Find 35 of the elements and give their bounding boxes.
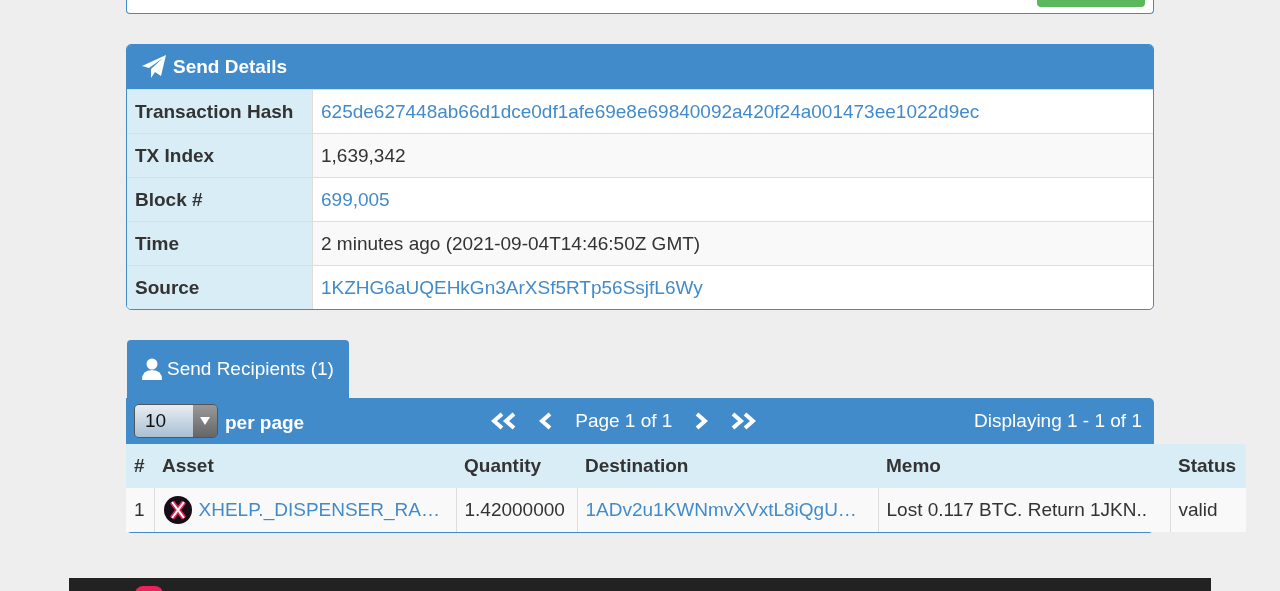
column-header: Status [1170,444,1246,488]
field-link[interactable]: 1KZHG6aUQEHkGn3ArXSf5RTp56SsjfL6Wy [313,266,703,309]
panel-title: Send Details [173,56,288,78]
field-link[interactable]: 699,005 [313,178,390,221]
field-link[interactable]: 625de627448ab66d1dce0df1afe69e8e69840092a420f24a001473ee1022d9ec [313,90,980,133]
destination-link[interactable]: 1ADv2u1KWNmvXVxtL8iQgU… [577,488,878,532]
table-cell: valid [1170,488,1246,532]
column-header: Quantity [456,444,577,488]
field-value: 1,639,342 [320,143,406,168]
last-page-icon[interactable] [730,412,757,430]
column-header: Memo [878,444,1170,488]
field-label: Time [127,222,313,265]
paper-plane-icon [141,54,167,80]
asset-x-icon [162,495,193,525]
column-header: # [126,444,154,488]
field-label: TX Index [127,134,313,177]
user-icon [142,358,162,380]
first-page-icon[interactable] [491,412,518,430]
tab[interactable]: Send Recipients (1) [127,340,349,398]
displaying-count: Displaying 1 - 1 of 1 [974,410,1142,432]
field-label: Block # [127,178,313,221]
column-header: Destination [577,444,878,488]
column-header: Asset [154,444,456,488]
table-cell: Lost 0.117 BTC. Return 1JKN.. [878,488,1170,532]
field-label: Transaction Hash [127,90,313,133]
table-cell: 1.42000000 [456,488,577,532]
per-page-select[interactable]: 10 [134,404,218,438]
field-value: 2 minutes ago (2021-09-04T14:46:50Z GMT) [320,231,701,256]
page-indicator: Page 1 of 1 [575,410,673,432]
field-label: Source [127,266,313,309]
previous-page-icon[interactable] [539,412,554,430]
table-cell: 1 [126,488,154,532]
next-page-icon[interactable] [694,412,709,430]
caret-icon [200,417,210,425]
per-page-label: per page [225,412,305,434]
